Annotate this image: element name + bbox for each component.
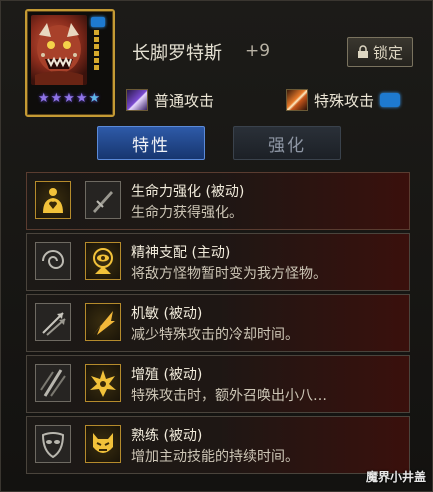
tab-bar: 特性 强化 — [1, 126, 433, 160]
skill-row[interactable]: 机敏 (被动) 减少特殊攻击的冷却时间。 — [26, 294, 410, 352]
skill-desc: 减少特殊攻击的冷却时间。 — [131, 327, 299, 343]
monster-portrait[interactable]: ★ ★ ★ ★ ★ — [25, 9, 115, 117]
lock-icon — [357, 45, 368, 58]
monster-art — [31, 15, 87, 85]
heart-figure-icon — [35, 181, 71, 219]
swirl-icon — [35, 242, 71, 280]
special-attack[interactable]: 特殊攻击 — [286, 89, 401, 111]
element-icon — [380, 93, 401, 107]
normal-attack[interactable]: 普通攻击 — [126, 89, 214, 111]
star-icon: ★ — [75, 90, 88, 106]
monster-name: 长脚罗特斯 — [132, 43, 222, 64]
star-icon: ★ — [63, 90, 75, 106]
skill-desc: 将敌方怪物暂时变为我方怪物。 — [131, 266, 327, 282]
skill-title: 熟练 (被动) — [131, 428, 203, 444]
star-rating: ★ ★ ★ ★ ★ — [30, 90, 108, 106]
skill-title: 精神支配 (主动) — [131, 245, 231, 261]
element-icon — [91, 17, 105, 27]
claw-slash-icon — [126, 89, 148, 111]
portrait-side-badges — [89, 17, 107, 83]
monster-level: +9 — [245, 41, 271, 61]
fire-slash-icon — [286, 89, 308, 111]
lock-button[interactable]: 锁定 — [347, 37, 413, 67]
lock-label: 锁定 — [372, 43, 403, 62]
sword-icon — [85, 181, 121, 219]
skill-row[interactable]: 生命力强化 (被动) 生命力获得强化。 — [26, 172, 410, 230]
skill-row[interactable]: 精神支配 (主动) 将敌方怪物暂时变为我方怪物。 — [26, 233, 410, 291]
lightning-arrow-icon — [85, 303, 121, 341]
arrows-icon — [35, 303, 71, 341]
mask-icon — [35, 425, 71, 463]
skill-panel: ★ ★ ★ ★ ★ 长脚罗特斯 +9 锁定 普通攻击 特殊攻击 特性 强化 生命… — [0, 0, 433, 492]
skill-list: 生命力强化 (被动) 生命力获得强化。 精神支配 (主动) 将敌方怪物暂时变为我… — [26, 172, 410, 477]
skill-title: 增殖 (被动) — [131, 367, 203, 383]
eye-icon — [85, 242, 121, 280]
burst-icon — [85, 364, 121, 402]
slash-icon — [35, 364, 71, 402]
star-icon: ★ — [88, 90, 101, 106]
skill-title: 生命力强化 (被动) — [131, 184, 245, 200]
special-attack-label: 特殊攻击 — [314, 91, 375, 110]
watermark: 魔界小井盖 — [365, 470, 426, 484]
star-icon: ★ — [37, 90, 50, 106]
star-icon: ★ — [50, 90, 63, 106]
demon-face-icon — [85, 425, 121, 463]
tab-traits[interactable]: 特性 — [97, 126, 205, 160]
skill-desc: 增加主动技能的持续时间。 — [131, 449, 299, 465]
normal-attack-label: 普通攻击 — [154, 91, 215, 110]
skill-row[interactable]: 熟练 (被动) 增加主动技能的持续时间。 — [26, 416, 410, 474]
skill-row[interactable]: 增殖 (被动) 特殊攻击时，额外召唤出小八… — [26, 355, 410, 413]
skill-desc: 特殊攻击时，额外召唤出小八… — [131, 388, 327, 404]
tab-enhance[interactable]: 强化 — [233, 126, 341, 160]
skill-title: 机敏 (被动) — [131, 306, 203, 322]
grade-dots — [94, 30, 107, 70]
skill-desc: 生命力获得强化。 — [131, 205, 243, 221]
